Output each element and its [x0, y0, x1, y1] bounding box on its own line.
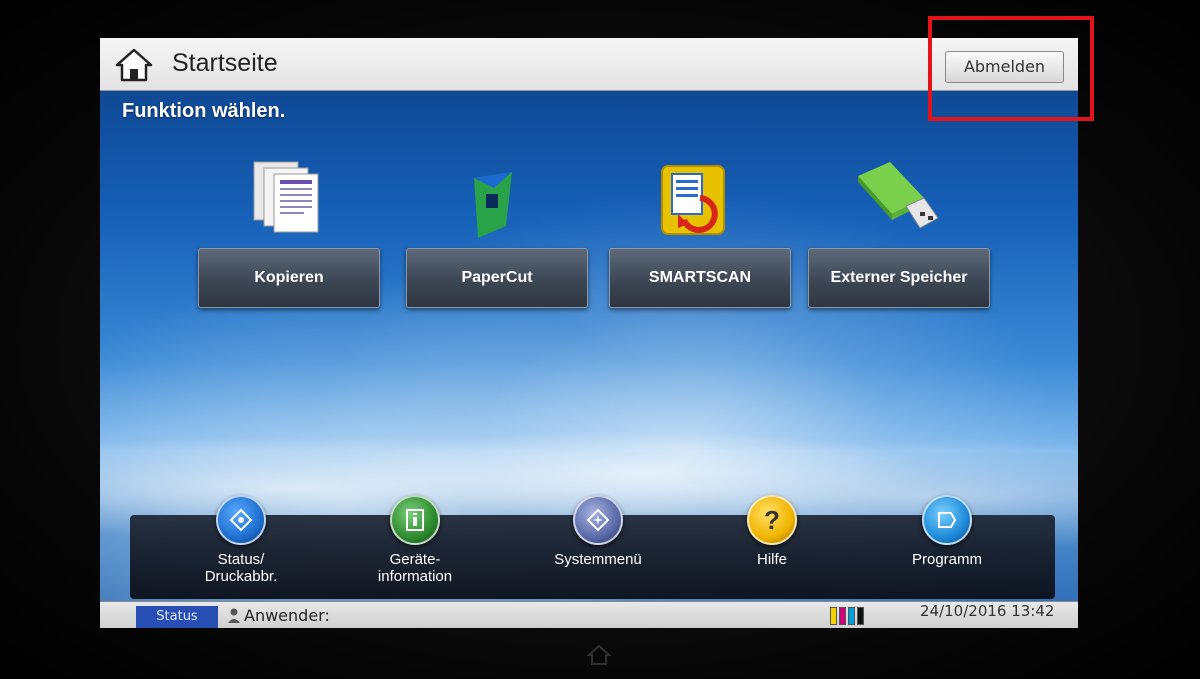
papercut-button-label: PaperCut: [461, 269, 533, 286]
toner-yellow: [830, 607, 837, 625]
papercut-button[interactable]: PaperCut: [406, 248, 588, 308]
toner-black: [857, 607, 864, 625]
help-label: Hilfe: [756, 551, 787, 568]
device-information-label: Geräte- information: [377, 551, 453, 585]
eye-icon: [216, 495, 266, 545]
bottom-dock: Status/ Druckabbr. Geräte- information S…: [130, 495, 1055, 599]
home-icon[interactable]: [114, 47, 154, 83]
help-button[interactable]: ? Hilfe: [707, 495, 837, 568]
smartscan-button[interactable]: SMARTSCAN: [609, 248, 791, 308]
status-bar: Status Anwender: 24/10/2016 13:42: [100, 601, 1078, 628]
touch-screen: Startseite Abmelden Funktion wählen. Kop…: [100, 38, 1078, 628]
program-label: Programm: [911, 551, 982, 568]
select-function-prompt: Funktion wählen.: [122, 100, 286, 122]
smartscan-icon[interactable]: [648, 162, 738, 242]
toner-level-icon[interactable]: [830, 607, 864, 625]
copy-button-label: Kopieren: [254, 269, 324, 286]
system-menu-icon: [573, 495, 623, 545]
user-icon: [228, 608, 240, 623]
toner-cyan: [848, 607, 855, 625]
status-tab[interactable]: Status: [136, 606, 218, 628]
status-job-cancel-button[interactable]: Status/ Druckabbr.: [176, 495, 306, 585]
device-information-button[interactable]: Geräte- information: [350, 495, 480, 585]
copy-documents-icon[interactable]: [240, 156, 330, 236]
date-time: 24/10/2016 13:42: [920, 602, 1055, 620]
copy-button[interactable]: Kopieren: [198, 248, 380, 308]
status-job-cancel-label: Status/ Druckabbr.: [204, 551, 278, 585]
program-button[interactable]: Programm: [882, 495, 1012, 568]
help-icon: ?: [747, 495, 797, 545]
papercut-logo-icon[interactable]: [450, 168, 540, 248]
device-info-icon: [390, 495, 440, 545]
page-title: Startseite: [172, 49, 278, 77]
system-menu-label: Systemmenü: [554, 551, 642, 568]
usb-drive-icon[interactable]: [850, 158, 940, 238]
system-menu-button[interactable]: Systemmenü: [533, 495, 663, 568]
smartscan-button-label: SMARTSCAN: [648, 269, 752, 286]
program-icon: [922, 495, 972, 545]
physical-home-icon: [587, 644, 611, 665]
user-label: Anwender:: [244, 606, 330, 625]
external-storage-button[interactable]: Externer Speicher: [808, 248, 990, 308]
highlight-box: [928, 16, 1094, 121]
toner-magenta: [839, 607, 846, 625]
external-storage-button-label: Externer Speicher: [830, 269, 968, 286]
